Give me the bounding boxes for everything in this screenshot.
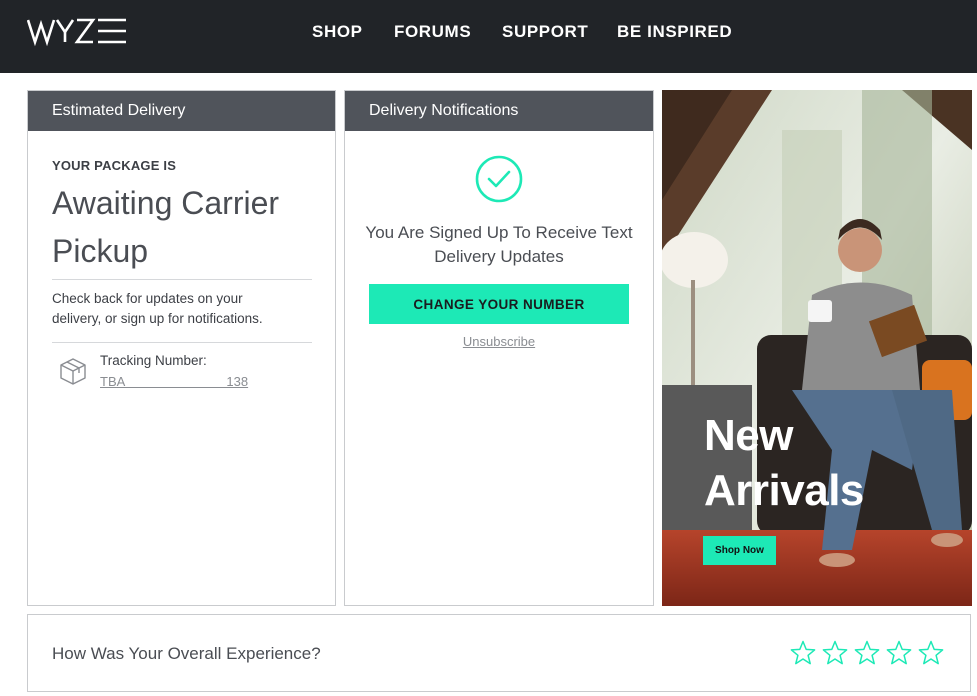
divider [52, 279, 312, 280]
star-icon[interactable] [886, 640, 912, 666]
nav-forums[interactable]: FORUMS [394, 22, 471, 44]
estimated-delivery-card: Estimated Delivery YOUR PACKAGE IS Await… [27, 90, 336, 606]
new-arrivals-promo-banner[interactable]: New Arrivals Shop Now [662, 90, 972, 606]
check-circle-icon [475, 155, 523, 203]
nav-be-inspired[interactable]: BE INSPIRED [617, 22, 732, 44]
star-icon[interactable] [918, 640, 944, 666]
package-box-icon [60, 358, 86, 385]
top-navigation-bar: SHOP FORUMS SUPPORT BE INSPIRED [0, 0, 977, 73]
tracking-number-link[interactable]: TBA 138 [100, 374, 248, 389]
star-rating[interactable] [790, 640, 950, 666]
nav-support[interactable]: SUPPORT [502, 22, 588, 44]
nav-shop[interactable]: SHOP [312, 22, 363, 44]
delivery-notifications-card: Delivery Notifications You Are Signed Up… [344, 90, 654, 606]
change-number-button[interactable]: CHANGE YOUR NUMBER [369, 284, 629, 324]
star-icon[interactable] [790, 640, 816, 666]
delivery-notifications-heading: Delivery Notifications [345, 91, 653, 131]
star-icon[interactable] [854, 640, 880, 666]
unsubscribe-link[interactable]: Unsubscribe [345, 334, 653, 349]
experience-rating-card: How Was Your Overall Experience? [27, 614, 971, 692]
rating-question: How Was Your Overall Experience? [52, 644, 321, 663]
tracking-number-label: Tracking Number: [100, 353, 207, 368]
promo-title-line2: Arrivals [704, 466, 864, 515]
estimated-delivery-heading: Estimated Delivery [28, 91, 335, 131]
package-status: Awaiting Carrier Pickup [52, 185, 280, 269]
divider [52, 342, 312, 343]
promo-title-line1: New [704, 411, 793, 460]
star-icon[interactable] [822, 640, 848, 666]
delivery-message: Check back for updates on your delivery,… [52, 291, 263, 326]
signup-confirmation-text: You Are Signed Up To Receive Text Delive… [365, 223, 633, 266]
package-status-label: YOUR PACKAGE IS [52, 158, 177, 173]
wyze-logo[interactable] [27, 14, 127, 48]
promo-title: New Arrivals [704, 408, 864, 518]
shop-now-button[interactable]: Shop Now [703, 536, 776, 565]
promo-photo [662, 90, 972, 606]
